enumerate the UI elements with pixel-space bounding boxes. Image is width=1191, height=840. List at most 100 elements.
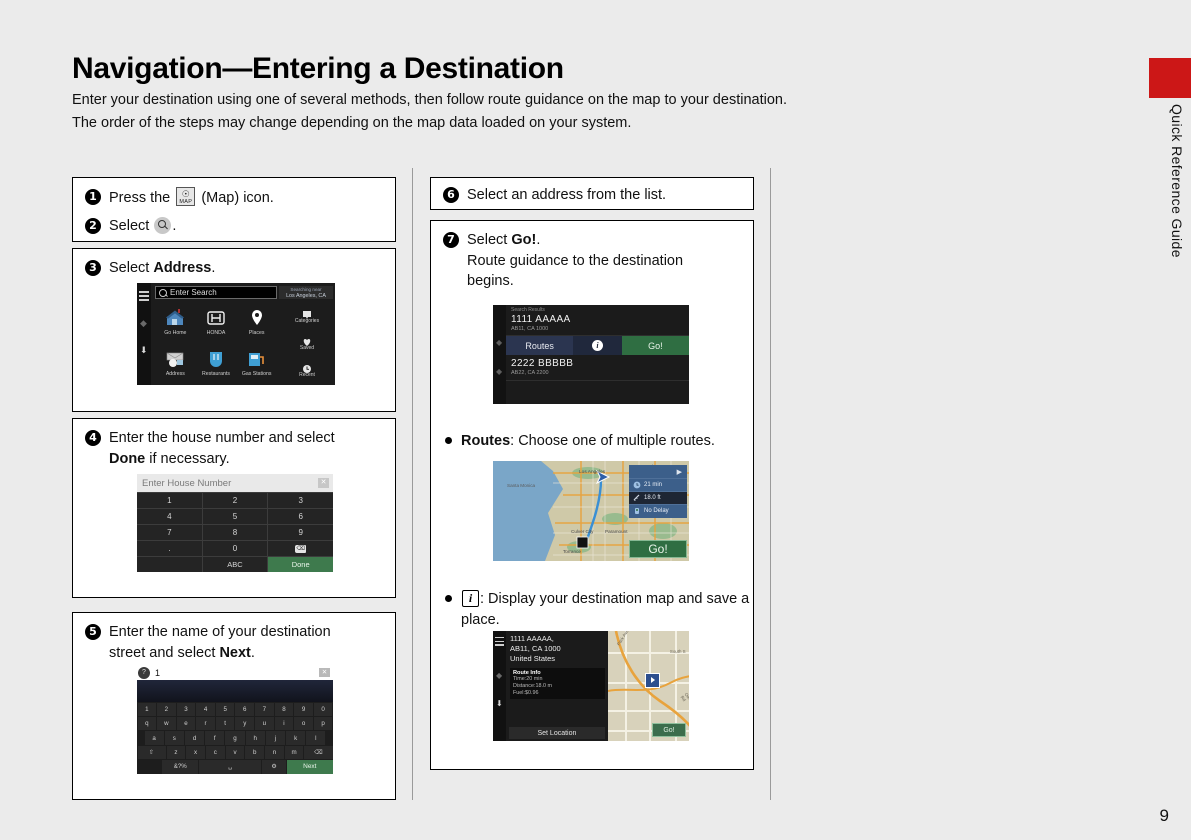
nav-tile-gas-stations[interactable]: Gas Stations [236, 343, 277, 384]
key-1[interactable]: 1 [137, 493, 203, 508]
key-letter[interactable]: q [137, 716, 157, 731]
key-letter[interactable]: a [144, 731, 164, 745]
key-letter[interactable]: n [265, 745, 284, 760]
map-glyph: ☉ [181, 189, 190, 199]
key-letter[interactable]: e [176, 716, 196, 731]
key-letter[interactable]: r [196, 716, 215, 731]
nav-tile-restaurants[interactable]: Restaurants [196, 343, 237, 384]
route-summary-panel[interactable]: ▶ 21 min 18.0 ft No Delay [629, 465, 687, 518]
nav-side-categories[interactable]: Categories [279, 302, 335, 329]
key-2[interactable]: 2 [203, 493, 269, 508]
nav-tile-address[interactable]: Address [155, 343, 196, 384]
scroll-up-icon[interactable]: ◆ [496, 671, 502, 680]
help-icon[interactable]: ? [138, 667, 150, 679]
key-letter[interactable]: h [245, 731, 265, 745]
clear-icon[interactable]: ✕ [318, 478, 329, 488]
menu-icon[interactable] [139, 291, 149, 303]
key-num[interactable]: 3 [176, 702, 196, 716]
backspace-icon[interactable]: ⌫ [268, 541, 333, 556]
key-9[interactable]: 9 [268, 525, 333, 540]
scroll-down-icon[interactable]: ⬇ [496, 699, 503, 708]
key-8[interactable]: 8 [203, 525, 269, 540]
key-num[interactable]: 1 [137, 702, 157, 716]
key-letter[interactable]: p [313, 716, 333, 731]
key-letter[interactable]: l [306, 731, 326, 745]
go-button[interactable]: Go! [652, 723, 686, 737]
key-7[interactable]: 7 [137, 525, 203, 540]
key-num[interactable]: 9 [294, 702, 313, 716]
nav-tile-honda[interactable]: HONDA [196, 302, 237, 343]
next-button[interactable]: Next [287, 760, 333, 774]
step-6: 6 Select an address from the list. [443, 185, 741, 206]
key-num[interactable]: 8 [274, 702, 294, 716]
street-name-input[interactable]: ? 1 ✕ [137, 666, 333, 680]
key-letter[interactable]: u [255, 716, 274, 731]
key-letter[interactable]: z [166, 745, 186, 760]
key-letter[interactable]: v [225, 745, 245, 760]
key-blank [137, 557, 203, 572]
key-num[interactable]: 7 [255, 702, 274, 716]
key-letter[interactable]: o [294, 716, 313, 731]
step-number-6: 6 [443, 187, 459, 203]
key-6[interactable]: 6 [268, 509, 333, 524]
key-letter[interactable]: c [205, 745, 225, 760]
key-letter[interactable]: f [205, 731, 225, 745]
scroll-down-icon[interactable]: ◆ [496, 367, 502, 376]
key-num[interactable]: 6 [235, 702, 255, 716]
nav-home-screenshot: ◆ ⬇ Enter Search Searching near Los Ange… [137, 283, 335, 385]
key-letter[interactable]: i [274, 716, 294, 731]
nav-tile-go-home[interactable]: Go Home [155, 302, 196, 343]
scroll-up-icon[interactable]: ◆ [140, 318, 147, 329]
nav-tile-places[interactable]: Places [236, 302, 277, 343]
scroll-down-icon[interactable]: ⬇ [140, 345, 148, 356]
key-letter[interactable]: j [265, 731, 286, 745]
space-key[interactable]: ␣ [199, 760, 262, 774]
key-letter[interactable]: t [215, 716, 235, 731]
routes-button[interactable]: Routes [506, 336, 574, 355]
search-input[interactable]: Enter Search [155, 286, 277, 299]
nav-side-recent[interactable]: Recent [279, 356, 335, 383]
menu-icon[interactable] [495, 637, 504, 648]
set-location-button[interactable]: Set Location [509, 727, 605, 739]
symbols-button[interactable]: &?% [162, 760, 199, 774]
key-5[interactable]: 5 [203, 509, 269, 524]
key-num[interactable]: 5 [215, 702, 235, 716]
key-num[interactable]: 2 [157, 702, 176, 716]
search-icon [154, 216, 172, 234]
key-letter[interactable]: x [186, 745, 205, 760]
clear-icon[interactable]: ✕ [319, 668, 330, 677]
go-button[interactable]: Go! [629, 540, 687, 558]
key-letter[interactable]: w [157, 716, 176, 731]
result-item-1[interactable]: 1111 AAAAA AB11, CA 1000 [506, 313, 689, 334]
done-button[interactable]: Done [268, 557, 333, 572]
scroll-up-icon[interactable]: ◆ [496, 338, 502, 347]
key-letter[interactable]: y [235, 716, 255, 731]
route-distance-row: 18.0 ft [629, 492, 687, 505]
searching-near-box[interactable]: Searching near Los Angeles, CA [279, 286, 333, 299]
key-0[interactable]: 0 [203, 541, 269, 556]
step-4-bold: Done [109, 450, 146, 467]
destination-map[interactable]: Park Ave South S Oak Rd Go! [607, 631, 689, 741]
key-letter[interactable]: g [225, 731, 245, 745]
go-button[interactable]: Go! [621, 336, 689, 355]
key-letter[interactable]: s [164, 731, 184, 745]
backspace-icon[interactable]: ⌫ [304, 745, 333, 760]
info-button[interactable]: i [573, 336, 622, 355]
nav-side-saved[interactable]: Saved [279, 329, 335, 356]
key-letter[interactable]: m [284, 745, 304, 760]
key-letter[interactable]: d [184, 731, 205, 745]
key-letter[interactable]: k [286, 731, 306, 745]
keypad-row: 7 8 9 [137, 524, 333, 540]
key-letter[interactable]: b [245, 745, 265, 760]
key-num[interactable]: 4 [196, 702, 215, 716]
step-7-period: . [536, 232, 541, 248]
abc-button[interactable]: ABC [203, 557, 269, 572]
key-dot[interactable]: . [137, 541, 203, 556]
key-num[interactable]: 0 [313, 702, 333, 716]
shift-icon[interactable]: ⇧ [137, 745, 166, 760]
key-4[interactable]: 4 [137, 509, 203, 524]
result-item-2[interactable]: 2222 BBBBB AB22, CA 2200 [506, 357, 689, 378]
key-3[interactable]: 3 [268, 493, 333, 508]
house-number-input[interactable]: Enter House Number ✕ [137, 474, 333, 492]
settings-icon[interactable]: ⚙ [262, 760, 287, 774]
